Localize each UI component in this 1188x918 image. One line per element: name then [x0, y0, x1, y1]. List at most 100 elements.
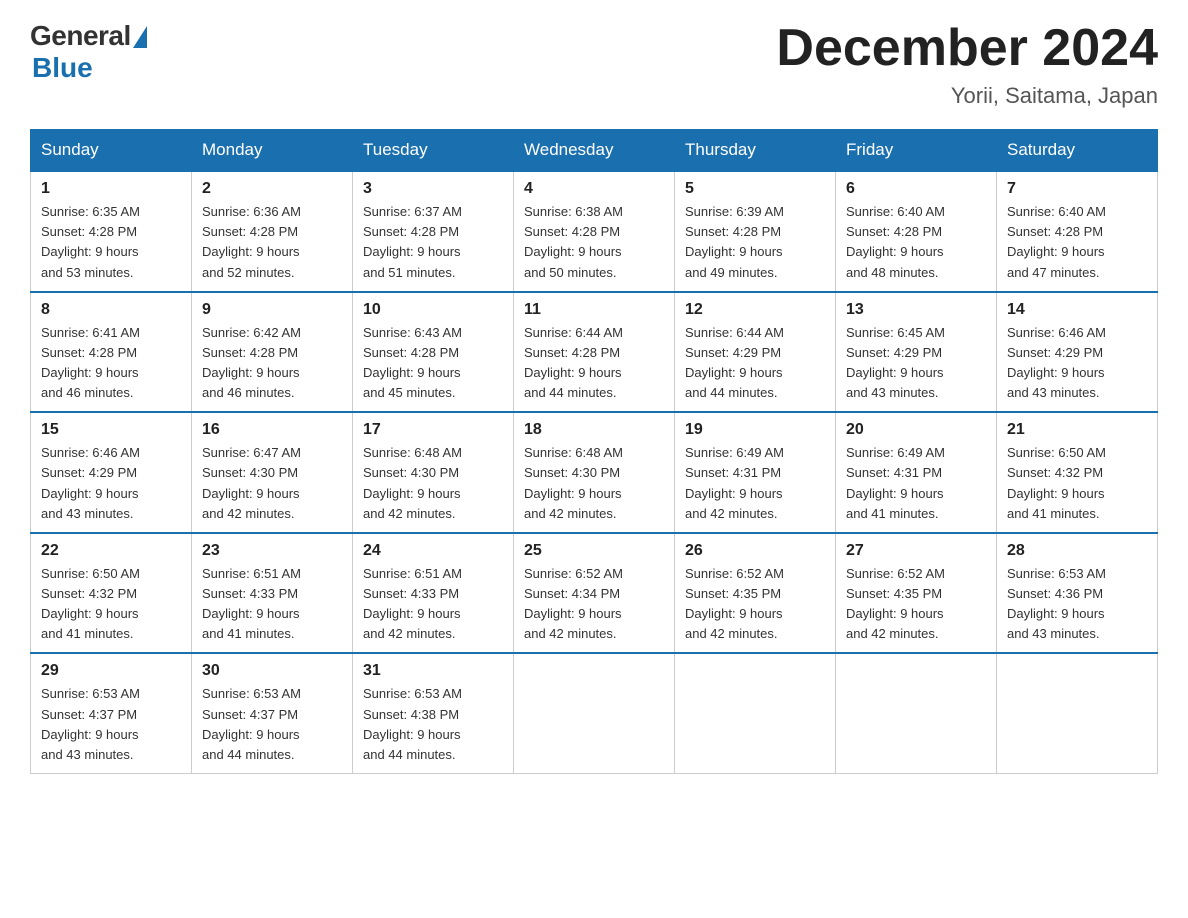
day-number: 11 [524, 301, 664, 319]
day-cell-12: 12 Sunrise: 6:44 AMSunset: 4:29 PMDaylig… [675, 292, 836, 413]
day-cell-26: 26 Sunrise: 6:52 AMSunset: 4:35 PMDaylig… [675, 533, 836, 654]
day-number: 7 [1007, 180, 1147, 198]
week-row-3: 15 Sunrise: 6:46 AMSunset: 4:29 PMDaylig… [31, 412, 1158, 533]
day-number: 14 [1007, 301, 1147, 319]
day-cell-13: 13 Sunrise: 6:45 AMSunset: 4:29 PMDaylig… [836, 292, 997, 413]
day-info: Sunrise: 6:50 AMSunset: 4:32 PMDaylight:… [1007, 445, 1106, 520]
day-number: 13 [846, 301, 986, 319]
week-row-5: 29 Sunrise: 6:53 AMSunset: 4:37 PMDaylig… [31, 653, 1158, 773]
day-number: 2 [202, 180, 342, 198]
day-info: Sunrise: 6:52 AMSunset: 4:35 PMDaylight:… [846, 566, 945, 641]
day-cell-31: 31 Sunrise: 6:53 AMSunset: 4:38 PMDaylig… [353, 653, 514, 773]
day-cell-6: 6 Sunrise: 6:40 AMSunset: 4:28 PMDayligh… [836, 171, 997, 292]
day-info: Sunrise: 6:52 AMSunset: 4:35 PMDaylight:… [685, 566, 784, 641]
day-number: 30 [202, 662, 342, 680]
day-number: 31 [363, 662, 503, 680]
logo: General Blue [30, 20, 147, 84]
day-info: Sunrise: 6:46 AMSunset: 4:29 PMDaylight:… [41, 445, 140, 520]
col-wednesday: Wednesday [514, 130, 675, 172]
day-number: 21 [1007, 421, 1147, 439]
day-info: Sunrise: 6:53 AMSunset: 4:37 PMDaylight:… [41, 686, 140, 761]
day-cell-14: 14 Sunrise: 6:46 AMSunset: 4:29 PMDaylig… [997, 292, 1158, 413]
logo-triangle-icon [133, 26, 147, 48]
day-info: Sunrise: 6:39 AMSunset: 4:28 PMDaylight:… [685, 204, 784, 279]
day-number: 5 [685, 180, 825, 198]
day-cell-16: 16 Sunrise: 6:47 AMSunset: 4:30 PMDaylig… [192, 412, 353, 533]
day-info: Sunrise: 6:40 AMSunset: 4:28 PMDaylight:… [1007, 204, 1106, 279]
title-section: December 2024 Yorii, Saitama, Japan [776, 20, 1158, 109]
day-cell-7: 7 Sunrise: 6:40 AMSunset: 4:28 PMDayligh… [997, 171, 1158, 292]
day-number: 19 [685, 421, 825, 439]
day-number: 17 [363, 421, 503, 439]
day-cell-19: 19 Sunrise: 6:49 AMSunset: 4:31 PMDaylig… [675, 412, 836, 533]
col-monday: Monday [192, 130, 353, 172]
day-cell-21: 21 Sunrise: 6:50 AMSunset: 4:32 PMDaylig… [997, 412, 1158, 533]
page-header: General Blue December 2024 Yorii, Saitam… [30, 20, 1158, 109]
day-info: Sunrise: 6:42 AMSunset: 4:28 PMDaylight:… [202, 325, 301, 400]
week-row-4: 22 Sunrise: 6:50 AMSunset: 4:32 PMDaylig… [31, 533, 1158, 654]
day-cell-28: 28 Sunrise: 6:53 AMSunset: 4:36 PMDaylig… [997, 533, 1158, 654]
day-cell-20: 20 Sunrise: 6:49 AMSunset: 4:31 PMDaylig… [836, 412, 997, 533]
day-number: 12 [685, 301, 825, 319]
col-thursday: Thursday [675, 130, 836, 172]
col-friday: Friday [836, 130, 997, 172]
day-number: 18 [524, 421, 664, 439]
day-info: Sunrise: 6:52 AMSunset: 4:34 PMDaylight:… [524, 566, 623, 641]
day-number: 15 [41, 421, 181, 439]
day-cell-25: 25 Sunrise: 6:52 AMSunset: 4:34 PMDaylig… [514, 533, 675, 654]
day-number: 22 [41, 542, 181, 560]
day-info: Sunrise: 6:45 AMSunset: 4:29 PMDaylight:… [846, 325, 945, 400]
day-cell-18: 18 Sunrise: 6:48 AMSunset: 4:30 PMDaylig… [514, 412, 675, 533]
day-cell-9: 9 Sunrise: 6:42 AMSunset: 4:28 PMDayligh… [192, 292, 353, 413]
day-info: Sunrise: 6:53 AMSunset: 4:37 PMDaylight:… [202, 686, 301, 761]
day-info: Sunrise: 6:48 AMSunset: 4:30 PMDaylight:… [524, 445, 623, 520]
day-number: 20 [846, 421, 986, 439]
day-info: Sunrise: 6:49 AMSunset: 4:31 PMDaylight:… [685, 445, 784, 520]
day-info: Sunrise: 6:35 AMSunset: 4:28 PMDaylight:… [41, 204, 140, 279]
day-info: Sunrise: 6:51 AMSunset: 4:33 PMDaylight:… [363, 566, 462, 641]
day-cell-1: 1 Sunrise: 6:35 AMSunset: 4:28 PMDayligh… [31, 171, 192, 292]
day-info: Sunrise: 6:53 AMSunset: 4:36 PMDaylight:… [1007, 566, 1106, 641]
col-sunday: Sunday [31, 130, 192, 172]
day-number: 23 [202, 542, 342, 560]
day-info: Sunrise: 6:53 AMSunset: 4:38 PMDaylight:… [363, 686, 462, 761]
day-info: Sunrise: 6:46 AMSunset: 4:29 PMDaylight:… [1007, 325, 1106, 400]
day-number: 8 [41, 301, 181, 319]
col-saturday: Saturday [997, 130, 1158, 172]
day-cell-22: 22 Sunrise: 6:50 AMSunset: 4:32 PMDaylig… [31, 533, 192, 654]
day-info: Sunrise: 6:48 AMSunset: 4:30 PMDaylight:… [363, 445, 462, 520]
day-info: Sunrise: 6:44 AMSunset: 4:28 PMDaylight:… [524, 325, 623, 400]
col-tuesday: Tuesday [353, 130, 514, 172]
day-info: Sunrise: 6:36 AMSunset: 4:28 PMDaylight:… [202, 204, 301, 279]
logo-blue-text: Blue [32, 52, 93, 84]
day-info: Sunrise: 6:41 AMSunset: 4:28 PMDaylight:… [41, 325, 140, 400]
calendar-subtitle: Yorii, Saitama, Japan [776, 83, 1158, 109]
day-number: 25 [524, 542, 664, 560]
day-cell-4: 4 Sunrise: 6:38 AMSunset: 4:28 PMDayligh… [514, 171, 675, 292]
day-number: 4 [524, 180, 664, 198]
empty-cell-w4-d6 [997, 653, 1158, 773]
day-cell-27: 27 Sunrise: 6:52 AMSunset: 4:35 PMDaylig… [836, 533, 997, 654]
day-cell-8: 8 Sunrise: 6:41 AMSunset: 4:28 PMDayligh… [31, 292, 192, 413]
day-cell-15: 15 Sunrise: 6:46 AMSunset: 4:29 PMDaylig… [31, 412, 192, 533]
calendar-table: Sunday Monday Tuesday Wednesday Thursday… [30, 129, 1158, 774]
day-number: 29 [41, 662, 181, 680]
day-info: Sunrise: 6:50 AMSunset: 4:32 PMDaylight:… [41, 566, 140, 641]
day-cell-29: 29 Sunrise: 6:53 AMSunset: 4:37 PMDaylig… [31, 653, 192, 773]
calendar-title: December 2024 [776, 20, 1158, 77]
day-cell-3: 3 Sunrise: 6:37 AMSunset: 4:28 PMDayligh… [353, 171, 514, 292]
day-info: Sunrise: 6:49 AMSunset: 4:31 PMDaylight:… [846, 445, 945, 520]
day-info: Sunrise: 6:51 AMSunset: 4:33 PMDaylight:… [202, 566, 301, 641]
week-row-1: 1 Sunrise: 6:35 AMSunset: 4:28 PMDayligh… [31, 171, 1158, 292]
day-number: 3 [363, 180, 503, 198]
day-cell-30: 30 Sunrise: 6:53 AMSunset: 4:37 PMDaylig… [192, 653, 353, 773]
day-info: Sunrise: 6:43 AMSunset: 4:28 PMDaylight:… [363, 325, 462, 400]
day-number: 1 [41, 180, 181, 198]
day-number: 26 [685, 542, 825, 560]
day-info: Sunrise: 6:38 AMSunset: 4:28 PMDaylight:… [524, 204, 623, 279]
day-cell-2: 2 Sunrise: 6:36 AMSunset: 4:28 PMDayligh… [192, 171, 353, 292]
day-cell-17: 17 Sunrise: 6:48 AMSunset: 4:30 PMDaylig… [353, 412, 514, 533]
day-info: Sunrise: 6:37 AMSunset: 4:28 PMDaylight:… [363, 204, 462, 279]
day-cell-24: 24 Sunrise: 6:51 AMSunset: 4:33 PMDaylig… [353, 533, 514, 654]
logo-general-text: General [30, 20, 131, 52]
